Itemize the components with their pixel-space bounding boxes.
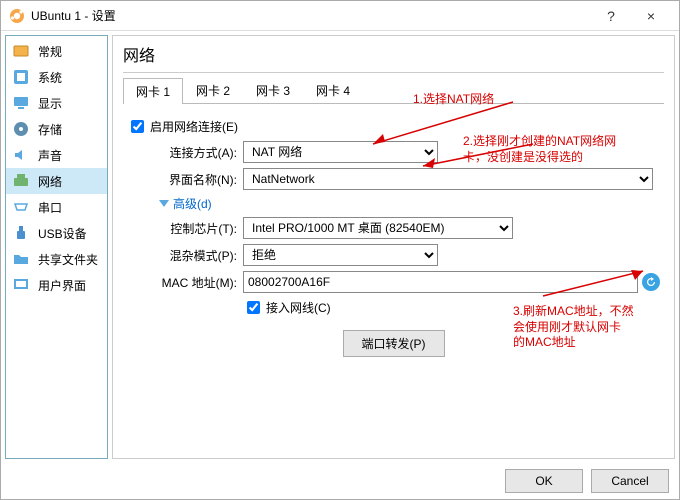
app-icon	[9, 8, 25, 24]
tab-adapter2[interactable]: 网卡 2	[183, 77, 243, 103]
sidebar-label: 系统	[38, 69, 62, 86]
chevron-down-icon	[159, 200, 169, 207]
cable-label: 接入网线(C)	[266, 299, 331, 316]
conn-label: 连接方式(A):	[147, 144, 237, 161]
page-title: 网络	[123, 42, 664, 73]
content-panel: 网络 网卡 1 网卡 2 网卡 3 网卡 4 启用网络连接(E) 连接方式(A)…	[112, 35, 675, 459]
display-icon	[12, 94, 30, 112]
sidebar-item-ui[interactable]: 用户界面	[6, 272, 107, 298]
sidebar-label: 显示	[38, 95, 62, 112]
mac-label: MAC 地址(M):	[147, 274, 237, 291]
sidebar-item-usb[interactable]: USB设备	[6, 220, 107, 246]
ok-button[interactable]: OK	[505, 469, 583, 493]
tab-adapter4[interactable]: 网卡 4	[303, 77, 363, 103]
folder-icon	[12, 250, 30, 268]
cable-connected-checkbox[interactable]	[247, 301, 260, 314]
serial-icon	[12, 198, 30, 216]
sidebar-item-audio[interactable]: 声音	[6, 142, 107, 168]
storage-icon	[12, 120, 30, 138]
usb-icon	[12, 224, 30, 242]
sidebar-item-general[interactable]: 常规	[6, 38, 107, 64]
sidebar-label: USB设备	[38, 225, 87, 242]
close-button[interactable]: ×	[631, 8, 671, 24]
advanced-toggle[interactable]: 高级(d)	[159, 195, 212, 212]
ui-icon	[12, 276, 30, 294]
adapter-type-select[interactable]: Intel PRO/1000 MT 桌面 (82540EM)	[243, 217, 513, 239]
sidebar-label: 声音	[38, 147, 62, 164]
sidebar: 常规 系统 显示 存储 声音 网络 串口 USB设备 共享文件夹 用户界面	[5, 35, 108, 459]
ctrl-label: 控制芯片(T):	[147, 220, 237, 237]
sidebar-label: 串口	[38, 199, 62, 216]
mac-address-input[interactable]	[243, 271, 638, 293]
titlebar: UBuntu 1 - 设置 ? ×	[1, 1, 679, 31]
sidebar-item-display[interactable]: 显示	[6, 90, 107, 116]
sidebar-item-system[interactable]: 系统	[6, 64, 107, 90]
sidebar-label: 存储	[38, 121, 62, 138]
tab-adapter3[interactable]: 网卡 3	[243, 77, 303, 103]
enable-network-checkbox[interactable]	[131, 120, 144, 133]
attached-to-select[interactable]: NAT 网络	[243, 141, 438, 163]
refresh-mac-button[interactable]	[642, 273, 660, 291]
iface-label: 界面名称(N):	[147, 171, 237, 188]
cancel-button[interactable]: Cancel	[591, 469, 669, 493]
interface-name-select[interactable]: NatNetwork	[243, 168, 653, 190]
sidebar-item-serial[interactable]: 串口	[6, 194, 107, 220]
sidebar-label: 网络	[38, 173, 62, 190]
sidebar-item-network[interactable]: 网络	[6, 168, 107, 194]
sidebar-item-shared[interactable]: 共享文件夹	[6, 246, 107, 272]
adapter-tabs: 网卡 1 网卡 2 网卡 3 网卡 4	[123, 77, 664, 104]
dialog-buttons: OK Cancel	[505, 469, 669, 493]
promiscuous-mode-select[interactable]: 拒绝	[243, 244, 438, 266]
network-icon	[12, 172, 30, 190]
sidebar-label: 共享文件夹	[38, 251, 98, 268]
system-icon	[12, 68, 30, 86]
help-button[interactable]: ?	[591, 8, 631, 24]
audio-icon	[12, 146, 30, 164]
tab-adapter1[interactable]: 网卡 1	[123, 78, 183, 104]
sidebar-label: 用户界面	[38, 277, 86, 294]
window-title: UBuntu 1 - 设置	[31, 7, 591, 24]
sidebar-label: 常规	[38, 43, 62, 60]
general-icon	[12, 42, 30, 60]
prom-label: 混杂模式(P):	[147, 247, 237, 264]
sidebar-item-storage[interactable]: 存储	[6, 116, 107, 142]
port-forward-button[interactable]: 端口转发(P)	[343, 330, 445, 357]
enable-network-label: 启用网络连接(E)	[150, 118, 238, 135]
